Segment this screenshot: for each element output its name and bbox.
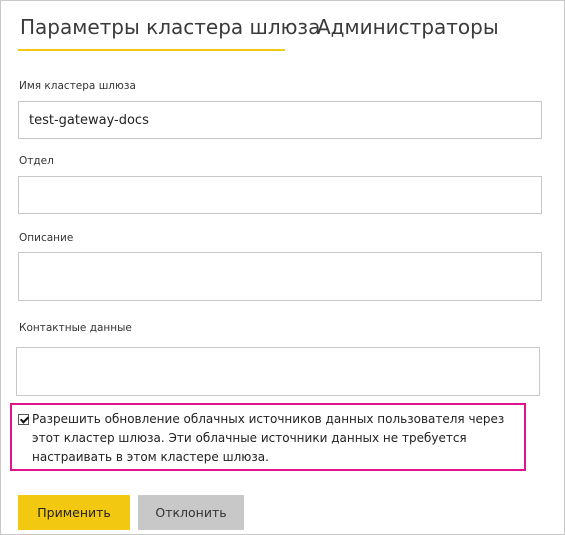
description-input[interactable] <box>18 252 542 301</box>
allow-cloud-refresh-highlight: Разрешить обновление облачных источников… <box>10 403 526 471</box>
department-input[interactable] <box>18 176 542 214</box>
active-tab-indicator <box>18 49 285 51</box>
department-label: Отдел <box>19 155 54 167</box>
cluster-name-input[interactable] <box>18 101 542 139</box>
contact-label: Контактные данные <box>19 322 132 334</box>
description-label: Описание <box>19 232 74 244</box>
tab-administrators[interactable]: Администраторы <box>317 15 499 39</box>
reject-button[interactable]: Отклонить <box>138 495 244 530</box>
contact-input[interactable] <box>16 347 540 396</box>
apply-button[interactable]: Применить <box>18 495 130 530</box>
cluster-name-label: Имя кластера шлюза <box>19 80 136 92</box>
allow-cloud-refresh-label: Разрешить обновление облачных источников… <box>32 412 505 464</box>
tab-gateway-cluster-settings[interactable]: Параметры кластера шлюза <box>20 15 320 39</box>
allow-cloud-refresh-checkbox[interactable] <box>18 414 29 425</box>
